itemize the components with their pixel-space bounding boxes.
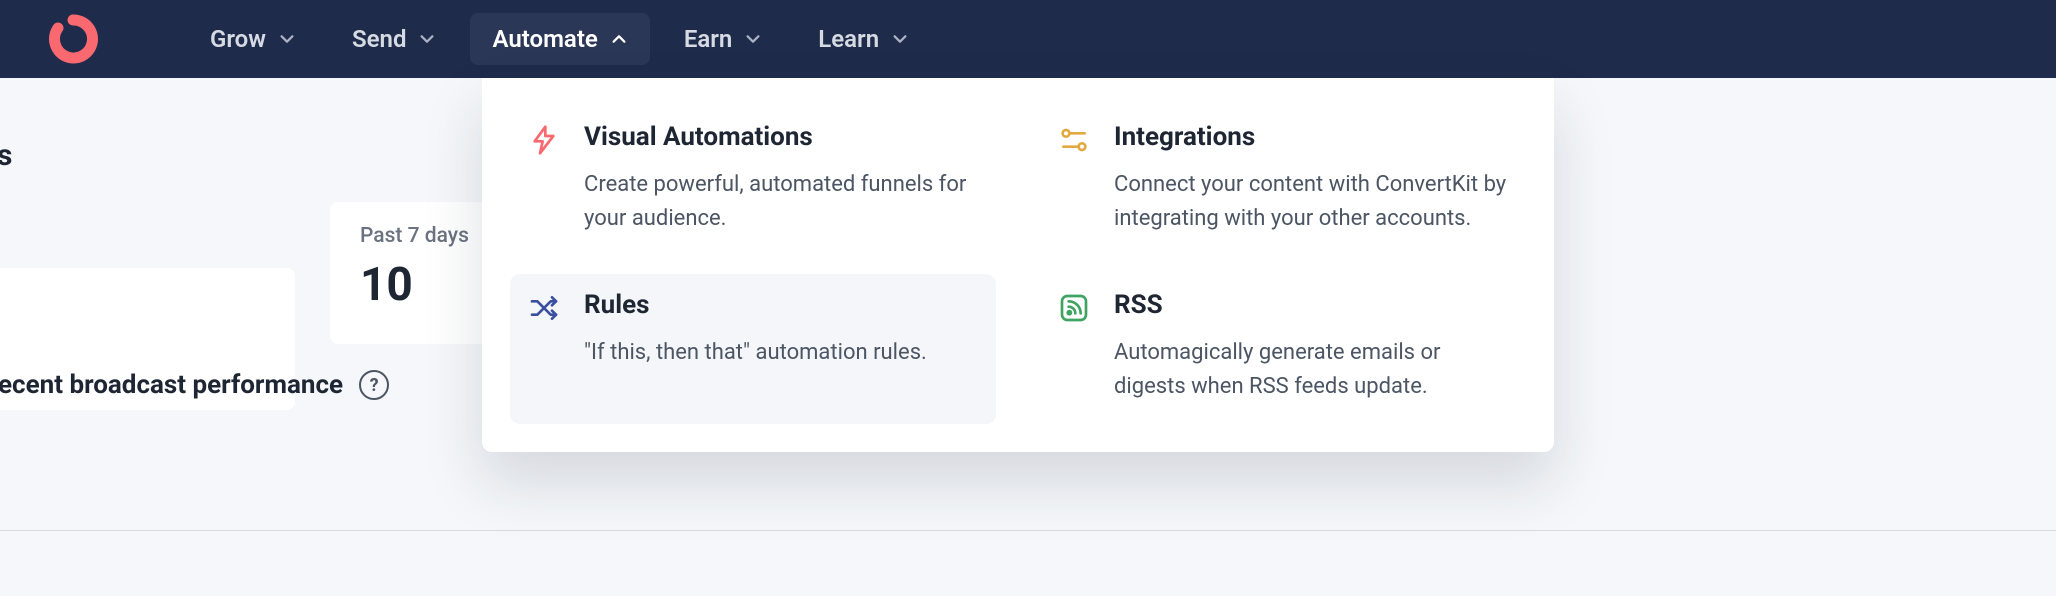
menu-desc: Connect your content with ConvertKit by … <box>1114 168 1510 236</box>
chevron-down-icon <box>418 30 436 48</box>
nav-grow[interactable]: Grow <box>188 13 318 65</box>
menu-desc: Create powerful, automated funnels for y… <box>584 168 980 236</box>
nav-label: Send <box>352 25 406 53</box>
broadcast-title: ecent broadcast performance <box>0 370 343 400</box>
nav-label: Learn <box>818 25 879 53</box>
menu-visual-automations[interactable]: Visual Automations Create powerful, auto… <box>510 106 996 256</box>
rss-icon <box>1056 290 1092 326</box>
top-nav: Grow Send Automate Earn Learn <box>0 0 2056 78</box>
lightning-icon <box>526 122 562 158</box>
integrations-icon <box>1056 122 1092 158</box>
chevron-down-icon <box>891 30 909 48</box>
broadcast-row: ecent broadcast performance ? <box>0 370 389 400</box>
help-icon[interactable]: ? <box>359 370 389 400</box>
shuffle-icon <box>526 290 562 326</box>
chevron-up-icon <box>610 30 628 48</box>
nav-label: Automate <box>492 25 597 53</box>
menu-rules[interactable]: Rules "If this, then that" automation ru… <box>510 274 996 424</box>
menu-title: RSS <box>1114 290 1510 320</box>
menu-title: Visual Automations <box>584 122 980 152</box>
nav-label: Earn <box>684 25 732 53</box>
menu-desc: "If this, then that" automation rules. <box>584 336 980 370</box>
nav-earn[interactable]: Earn <box>662 13 784 65</box>
menu-title: Integrations <box>1114 122 1510 152</box>
nav-automate[interactable]: Automate <box>470 13 649 65</box>
chevron-down-icon <box>744 30 762 48</box>
chevron-down-icon <box>278 30 296 48</box>
nav-learn[interactable]: Learn <box>796 13 931 65</box>
menu-rss[interactable]: RSS Automagically generate emails or dig… <box>1040 274 1526 424</box>
logo[interactable] <box>48 14 98 64</box>
nav-label: Grow <box>210 25 266 53</box>
automate-dropdown: Visual Automations Create powerful, auto… <box>482 78 1554 452</box>
nav-send[interactable]: Send <box>330 13 458 65</box>
menu-title: Rules <box>584 290 980 320</box>
menu-desc: Automagically generate emails or digests… <box>1114 336 1510 404</box>
nav-items: Grow Send Automate Earn Learn <box>188 13 931 65</box>
divider <box>0 530 2056 531</box>
menu-integrations[interactable]: Integrations Connect your content with C… <box>1040 106 1526 256</box>
